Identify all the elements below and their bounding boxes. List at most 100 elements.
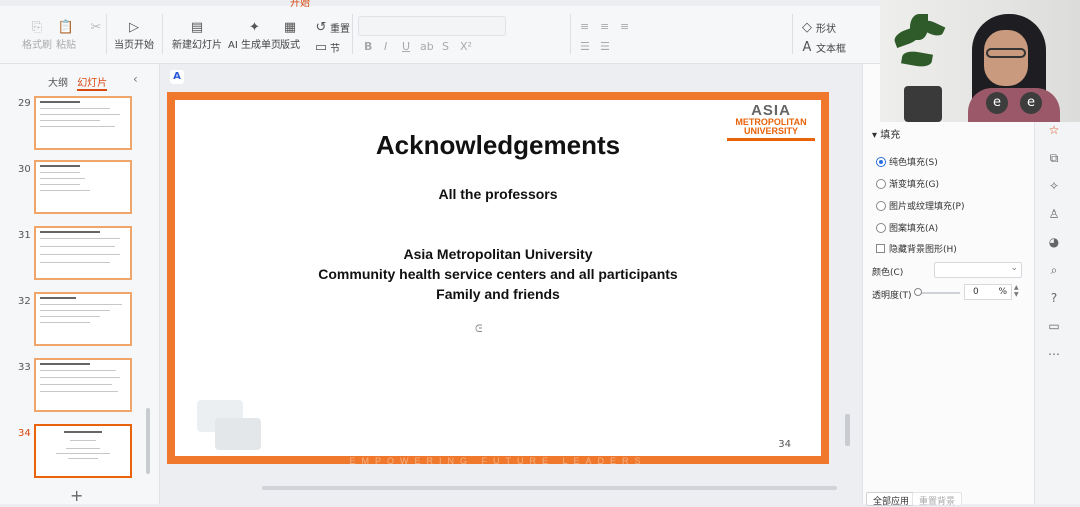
shape-icon: ◇	[802, 19, 812, 35]
fill-option-gradient[interactable]: 渐变填充(G)	[876, 177, 939, 190]
fill-option-label: 图片或纹理填充(P)	[889, 202, 965, 212]
star-icon[interactable]: ☆	[1046, 122, 1062, 138]
shirt-icon[interactable]: ♙	[1046, 206, 1062, 222]
transparency-unit: %	[998, 287, 1007, 297]
stepper-up-icon[interactable]: ▲	[1014, 284, 1019, 291]
collapse-panel-icon[interactable]: ‹	[133, 72, 138, 86]
slide-text-line[interactable]: All the professors	[175, 186, 821, 202]
strikethrough-button[interactable]: ab	[420, 40, 434, 53]
person-face	[984, 30, 1028, 86]
transparency-input[interactable]: 0 %	[964, 284, 1012, 300]
ai-generate-button[interactable]: ✦ AI 生成单页	[228, 18, 281, 52]
webcam-video-overlay: e e	[880, 0, 1080, 122]
ai-generate-label: AI 生成单页	[228, 40, 281, 51]
ribbon-divider	[570, 14, 571, 54]
transparency-slider-handle[interactable]	[914, 288, 922, 296]
stepper-down-icon[interactable]: ▼	[1014, 291, 1019, 298]
slide-thumbnail[interactable]	[34, 358, 132, 412]
font-family-select[interactable]	[358, 16, 506, 36]
slide-text-line[interactable]: Community health service centers and all…	[175, 266, 821, 282]
paste-icon: 📋	[57, 19, 75, 35]
slide-thumbnail[interactable]	[34, 226, 132, 280]
cut-button[interactable]: ✂	[86, 18, 106, 36]
hide-background-checkbox[interactable]: 隐藏背景图形(H)	[876, 242, 957, 255]
indent-icon[interactable]: ☰	[600, 40, 610, 53]
slide-number: 33	[18, 362, 31, 373]
tab-home[interactable]: 开始	[290, 0, 310, 9]
radio-icon[interactable]	[876, 178, 886, 189]
fill-option-solid[interactable]: 纯色填充(S)	[876, 155, 938, 168]
tab-outline[interactable]: 大纲	[48, 74, 68, 89]
section-button[interactable]: ▭ 节	[314, 38, 340, 56]
copy-icon[interactable]: ⧉	[1046, 150, 1062, 166]
checkbox-icon[interactable]	[876, 244, 885, 253]
search-icon[interactable]: ⌕	[1046, 262, 1062, 278]
list-icon[interactable]: ☰	[580, 40, 590, 53]
ribbon-divider	[106, 14, 107, 54]
add-slide-button[interactable]: +	[70, 486, 83, 505]
chevron-down-icon: ⌄	[1010, 263, 1018, 273]
paste-button[interactable]: 📋 粘贴	[56, 18, 76, 52]
radio-selected-icon[interactable]	[876, 156, 886, 167]
new-slide-button[interactable]: ▤ 新建幻灯片	[172, 18, 222, 52]
slide-number: 30	[18, 164, 31, 175]
italic-button[interactable]: I	[384, 40, 387, 53]
fill-section-title: ▾ 填充	[872, 130, 901, 141]
format-painter-button[interactable]: ⎘ 格式刷	[22, 18, 52, 52]
slide-number: 34	[18, 428, 31, 439]
transparency-stepper[interactable]: ▲ ▼	[1014, 284, 1019, 298]
textbox-button[interactable]: A 文本框	[800, 38, 846, 56]
canvas-vertical-scrollbar[interactable]	[845, 414, 850, 446]
participant-badge[interactable]: e	[986, 92, 1008, 114]
canvas-horizontal-scrollbar[interactable]	[262, 486, 837, 490]
slide-thumbnail[interactable]	[34, 292, 132, 346]
speaker-notes[interactable]	[160, 492, 850, 504]
more-icon[interactable]: ⋯	[1046, 346, 1062, 362]
decorative-scribble: ᕮ	[475, 324, 483, 335]
paste-label: 粘贴	[56, 40, 76, 51]
align-center-icon[interactable]: ≡	[600, 20, 609, 33]
slide-thumbnail-current[interactable]	[34, 424, 132, 478]
new-slide-icon: ▤	[190, 19, 204, 35]
panel-tabs: 大纲 幻灯片	[48, 74, 113, 91]
animation-icon[interactable]: ◕	[1046, 234, 1062, 250]
color-select[interactable]: ⌄	[934, 262, 1022, 278]
slide-thumbnail[interactable]	[34, 160, 132, 214]
app-logo-icon: A	[170, 70, 184, 84]
layout-label: 版式	[280, 40, 300, 51]
textbox-label: 文本框	[816, 43, 846, 55]
thumbnail-scrollbar[interactable]	[146, 408, 150, 474]
align-left-icon[interactable]: ≡	[580, 20, 589, 33]
transparency-slider-track[interactable]	[916, 292, 960, 294]
align-right-icon[interactable]: ≡	[620, 20, 629, 33]
superscript-button[interactable]: X²	[460, 40, 472, 53]
scissors-icon: ✂	[90, 19, 102, 35]
play-from-current-button[interactable]: ▷ 当页开始	[114, 18, 154, 52]
decorative-shape	[215, 418, 261, 450]
ai-generate-icon: ✦	[249, 19, 260, 35]
hide-background-label: 隐藏背景图形(H)	[889, 245, 957, 255]
help-icon[interactable]: ?	[1046, 290, 1062, 306]
comment-icon[interactable]: ▭	[1046, 318, 1062, 334]
bold-button[interactable]: B	[364, 40, 372, 53]
slide-number: 32	[18, 296, 31, 307]
layout-button[interactable]: ▦ 版式	[280, 18, 300, 52]
tab-slides[interactable]: 幻灯片	[77, 74, 108, 91]
reset-button[interactable]: ↺ 重置	[314, 18, 350, 36]
shadow-button[interactable]: S	[442, 40, 449, 53]
slide-editor[interactable]: ASIA METROPOLITAN UNIVERSITY Acknowledge…	[167, 92, 829, 466]
slide-title[interactable]: Acknowledgements	[175, 130, 821, 161]
slide-text-line[interactable]: Asia Metropolitan University	[175, 246, 821, 262]
radio-icon[interactable]	[876, 222, 886, 233]
slide-text-line[interactable]: Family and friends	[175, 286, 821, 302]
fill-option-pattern[interactable]: 图案填充(A)	[876, 221, 938, 234]
fill-option-picture[interactable]: 图片或纹理填充(P)	[876, 199, 964, 212]
radio-icon[interactable]	[876, 200, 886, 211]
participant-badge[interactable]: e	[1020, 92, 1042, 114]
ribbon-divider	[162, 14, 163, 54]
magic-icon[interactable]: ✧	[1046, 178, 1062, 194]
slide-thumbnail[interactable]	[34, 96, 132, 150]
textbox-icon: A	[802, 39, 812, 55]
underline-button[interactable]: U	[402, 40, 410, 53]
shape-button[interactable]: ◇ 形状	[800, 18, 836, 36]
